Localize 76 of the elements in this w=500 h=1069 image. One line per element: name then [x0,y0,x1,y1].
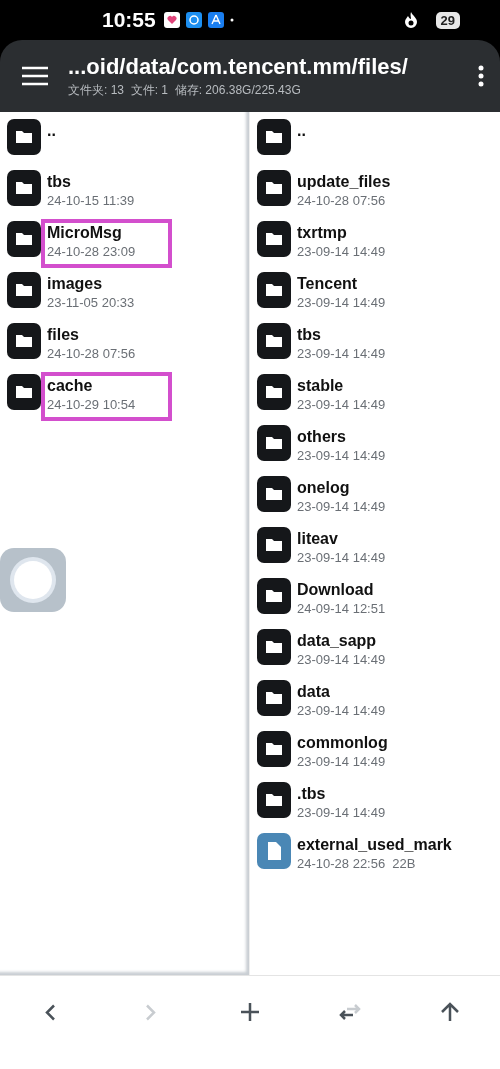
modified-date: 23-09-14 14:49 [297,702,386,719]
folder-icon [257,221,291,257]
file-name[interactable]: commonlog [297,733,388,753]
file-name[interactable]: stable [297,376,386,396]
modified-date: 23-09-14 14:49 [297,549,386,566]
folder-icon [257,782,291,818]
folder-icon [257,119,291,155]
folder-icon [7,119,41,155]
file-name[interactable]: Tencent [297,274,386,294]
folder-icon [257,425,291,461]
file-name[interactable]: .. [297,121,306,141]
folder-icon [257,680,291,716]
modified-date: 24-09-14 12:51 [297,600,386,617]
app-store-icon [207,12,224,28]
modified-date: 24-10-29 10:54 [47,396,136,413]
forward-icon [144,1003,156,1021]
folder-path: ...oid/data/com.tencent.mm/files/ [68,53,409,80]
folder-icon [257,527,291,563]
folder-icon [257,731,291,767]
battery-level: 29 [435,11,460,29]
file-name[interactable]: data [297,682,386,702]
flame-icon [403,11,418,29]
modified-date: 23-09-14 14:49 [297,396,386,413]
storage-info: 文件夹: 13 文件: 1 储存: 206.38G/225.43G [68,81,302,99]
folder-icon [7,221,41,257]
file-name[interactable]: .tbs [297,784,386,804]
file-name[interactable]: liteav [297,529,386,549]
file-name[interactable]: onelog [297,478,386,498]
file-name[interactable]: files [47,325,136,345]
folder-icon [257,272,291,308]
modified-date: 24-10-28 22:56 [297,855,386,872]
modified-date: 23-09-14 14:49 [297,651,386,668]
folder-icon [7,272,41,308]
modified-date: 23-11-05 20:33 [47,294,135,311]
file-name[interactable]: txrtmp [297,223,386,243]
status-time: 10:55 [102,8,156,32]
folder-icon [257,476,291,512]
folder-icon [257,170,291,206]
menu-icon[interactable] [22,66,48,86]
file-size: 22B [392,855,416,872]
modified-date: 23-09-14 14:49 [297,753,386,770]
folder-icon [257,629,291,665]
file-name[interactable]: tbs [297,325,386,345]
plus-icon [238,1000,262,1024]
back-icon [44,1003,56,1021]
file-name[interactable]: update_files [297,172,391,192]
file-name[interactable]: others [297,427,386,447]
modified-date: 24-10-28 23:09 [47,243,136,260]
file-name[interactable]: tbs [47,172,135,192]
modified-date: 24-10-28 07:56 [297,192,386,209]
modified-date: 23-09-14 14:49 [297,804,386,821]
file-name[interactable]: MicroMsg [47,223,160,243]
file-name[interactable]: .. [47,121,56,141]
file-name[interactable]: images [47,274,135,294]
modified-date: 24-10-28 07:56 [47,345,136,362]
modified-date: 23-09-14 14:49 [297,498,386,515]
more-options-icon[interactable] [478,65,484,87]
file-name[interactable]: cache [47,376,160,396]
dot-icon [229,18,234,22]
file-name[interactable]: Download [297,580,386,600]
file-icon [257,833,291,869]
modified-date: 23-09-14 14:49 [297,447,386,464]
modified-date: 23-09-14 14:49 [297,345,386,362]
modified-date: 23-09-14 14:49 [297,294,386,311]
heart-app-icon [163,12,180,28]
folder-icon [7,170,41,206]
file-name[interactable]: data_sapp [297,631,386,651]
folder-icon [257,578,291,614]
folder-icon [7,374,41,410]
modified-date: 24-10-15 11:39 [47,192,135,209]
folder-icon [7,323,41,359]
folder-icon [257,374,291,410]
folder-icon [257,323,291,359]
circle-app-icon [185,12,202,28]
file-name[interactable]: external_used_mark [297,835,452,855]
modified-date: 23-09-14 14:49 [297,243,386,260]
